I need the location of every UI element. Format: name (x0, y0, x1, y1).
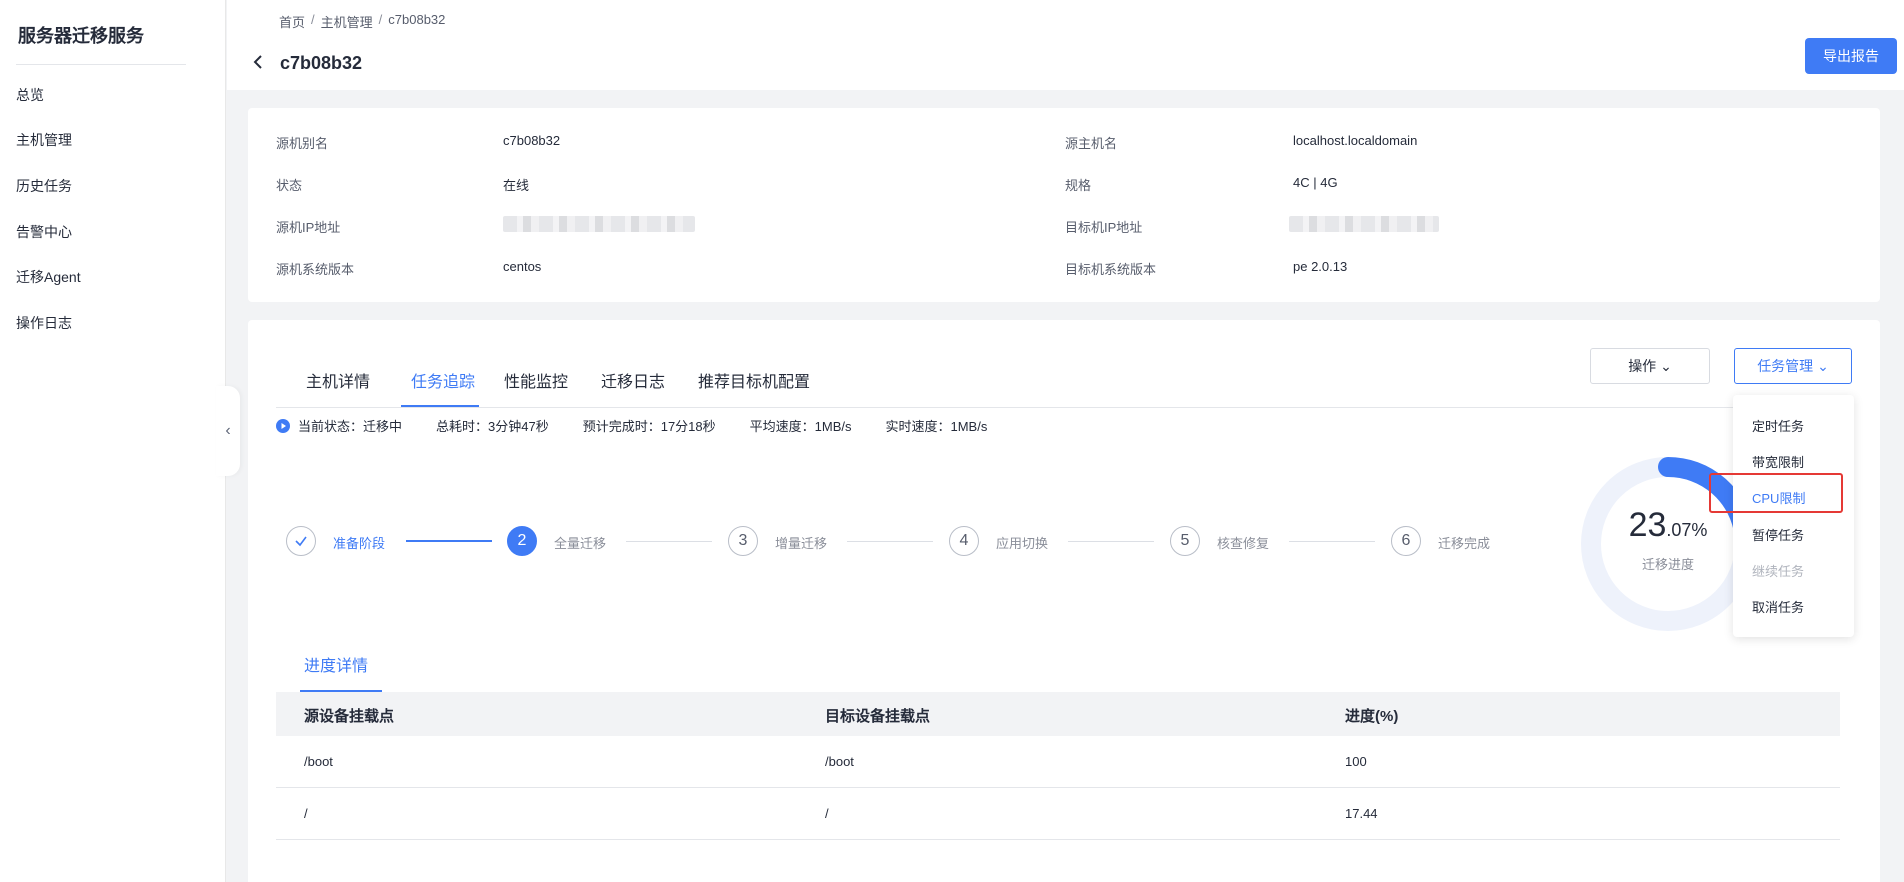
chevron-left-icon: ‹ (225, 422, 231, 439)
export-report-button[interactable]: 导出报告 (1805, 38, 1897, 74)
play-circle-icon (276, 418, 290, 433)
column-source-mount: 源设备挂载点 (304, 708, 395, 725)
step-connector (1289, 541, 1375, 542)
chevron-down-icon: ⌄ (1660, 358, 1672, 374)
step-connector (406, 540, 492, 542)
step-1-circle (286, 526, 316, 556)
step-6-label: 迁移完成 (1438, 536, 1491, 551)
step-2-circle: 2 (507, 526, 537, 556)
current-status: 当前状态：迁移中 (298, 419, 403, 434)
status-value: 在线 (503, 178, 530, 193)
check-icon (295, 536, 307, 547)
column-target-mount: 目标设备挂载点 (825, 708, 931, 725)
task-management-menu: 定时任务 带宽限制 CPU限制 暂停任务 继续任务 取消任务 (1733, 395, 1854, 637)
host-info-card: 源机别名 c7b08b32 状态 在线 源机IP地址 源机系统版本 centos… (248, 108, 1880, 302)
step-2-label: 全量迁移 (554, 536, 607, 551)
progress-table: 源设备挂载点 目标设备挂载点 进度(%) /boot /boot 100 / /… (276, 692, 1840, 840)
task-management-dropdown-button[interactable]: 任务管理 ⌄ (1734, 348, 1852, 384)
tab-performance-monitor[interactable]: 性能监控 (504, 368, 568, 392)
sidebar-item-operation-log[interactable]: 操作日志 (16, 313, 72, 333)
target-os-value: pe 2.0.13 (1293, 259, 1348, 274)
page-header: 首页 / 主机管理 / c7b08b32 c7b08b32 导出报告 (227, 0, 1904, 90)
step-5-circle: 5 (1170, 526, 1200, 556)
step-1-label: 准备阶段 (333, 536, 386, 551)
source-os-value: centos (503, 259, 542, 274)
sidebar-item-migration-agent[interactable]: 迁移Agent (16, 267, 81, 287)
step-6-circle: 6 (1391, 526, 1421, 556)
table-row: /boot /boot 100 (276, 736, 1840, 788)
breadcrumb-current: c7b08b32 (388, 12, 446, 27)
source-os-label: 源机系统版本 (276, 262, 355, 277)
step-connector (626, 541, 712, 542)
status-row: 当前状态：迁移中 总耗时：3分钟47秒 预计完成时：17分18秒 平均速度：1M… (276, 416, 987, 435)
tab-host-details[interactable]: 主机详情 (306, 368, 370, 392)
back-arrow-icon[interactable] (251, 54, 267, 70)
status-label: 状态 (276, 178, 303, 193)
operate-label: 操作 (1628, 358, 1657, 374)
estimated-completion: 预计完成时：17分18秒 (582, 419, 716, 434)
step-5-label: 核查修复 (1217, 536, 1270, 551)
page-title: c7b08b32 (280, 53, 363, 73)
source-host-label: 源主机名 (1065, 136, 1118, 151)
source-ip-label: 源机IP地址 (276, 220, 341, 235)
step-connector (1068, 541, 1154, 542)
cell-target-mount: / (825, 806, 829, 821)
breadcrumb: 首页 / 主机管理 / c7b08b32 (279, 12, 445, 31)
spec-label: 规格 (1065, 178, 1092, 193)
progress-caption: 迁移进度 (1641, 557, 1694, 572)
breadcrumb-host-management[interactable]: 主机管理 (321, 12, 373, 31)
source-alias-label: 源机别名 (276, 136, 329, 151)
source-alias-value: c7b08b32 (503, 133, 561, 148)
cell-progress: 100 (1345, 754, 1367, 769)
active-tab-indicator (401, 405, 479, 407)
menu-item-bandwidth-limit[interactable]: 带宽限制 (1752, 452, 1804, 471)
cell-source-mount: /boot (304, 754, 333, 769)
sidebar-item-overview[interactable]: 总览 (16, 85, 44, 105)
source-host-value: localhost.localdomain (1293, 133, 1418, 148)
target-os-label: 目标机系统版本 (1065, 262, 1157, 277)
sidebar-collapse-button[interactable]: ‹ (216, 386, 240, 476)
table-header: 源设备挂载点 目标设备挂载点 进度(%) (276, 692, 1840, 736)
cell-target-mount: /boot (825, 754, 854, 769)
task-management-label: 任务管理 (1757, 358, 1814, 374)
highlight-box (1709, 473, 1843, 513)
column-progress: 进度(%) (1345, 708, 1399, 725)
source-ip-redacted (503, 216, 695, 232)
tab-migration-log[interactable]: 迁移日志 (601, 368, 665, 392)
breadcrumb-separator: / (378, 12, 383, 27)
step-4-circle: 4 (949, 526, 979, 556)
menu-item-cancel-task[interactable]: 取消任务 (1752, 597, 1804, 616)
progress-percent: 23.07% (1628, 506, 1708, 544)
menu-item-pause-task[interactable]: 暂停任务 (1752, 525, 1804, 544)
elapsed-time: 总耗时：3分钟47秒 (436, 419, 549, 434)
target-ip-label: 目标机IP地址 (1065, 220, 1143, 235)
operate-dropdown-button[interactable]: 操作 ⌄ (1590, 348, 1710, 384)
realtime-speed: 实时速度：1MB/s (885, 419, 988, 434)
tab-progress-details[interactable]: 进度详情 (304, 652, 368, 676)
menu-item-scheduled-task[interactable]: 定时任务 (1752, 416, 1804, 435)
menu-item-resume-task: 继续任务 (1752, 564, 1805, 579)
breadcrumb-separator: / (311, 12, 315, 27)
sidebar-item-alarm-center[interactable]: 告警中心 (16, 222, 72, 242)
average-speed: 平均速度：1MB/s (749, 419, 852, 434)
spec-value: 4C | 4G (1293, 175, 1338, 190)
target-ip-redacted (1289, 216, 1439, 232)
app-title: 服务器迁移服务 (18, 26, 144, 46)
chevron-down-icon: ⌄ (1817, 358, 1829, 374)
sidebar-divider (16, 64, 186, 65)
tab-task-tracking[interactable]: 任务追踪 (411, 368, 475, 392)
step-3-label: 增量迁移 (775, 536, 828, 551)
cell-source-mount: / (304, 806, 308, 821)
cell-progress: 17.44 (1345, 806, 1378, 821)
table-row: / / 17.44 (276, 788, 1840, 840)
step-connector (847, 541, 933, 542)
sidebar-item-history-tasks[interactable]: 历史任务 (16, 176, 72, 196)
step-4-label: 应用切换 (996, 536, 1049, 551)
sidebar: 服务器迁移服务 总览 主机管理 历史任务 告警中心 迁移Agent 操作日志 (0, 0, 226, 882)
step-3-circle: 3 (728, 526, 758, 556)
tab-recommended-config[interactable]: 推荐目标机配置 (698, 368, 810, 392)
task-tracking-card: 主机详情 任务追踪 性能监控 迁移日志 推荐目标机配置 操作 ⌄ 任务管理 ⌄ … (248, 320, 1880, 882)
sidebar-item-host-management[interactable]: 主机管理 (16, 130, 72, 150)
breadcrumb-home[interactable]: 首页 (279, 12, 305, 31)
